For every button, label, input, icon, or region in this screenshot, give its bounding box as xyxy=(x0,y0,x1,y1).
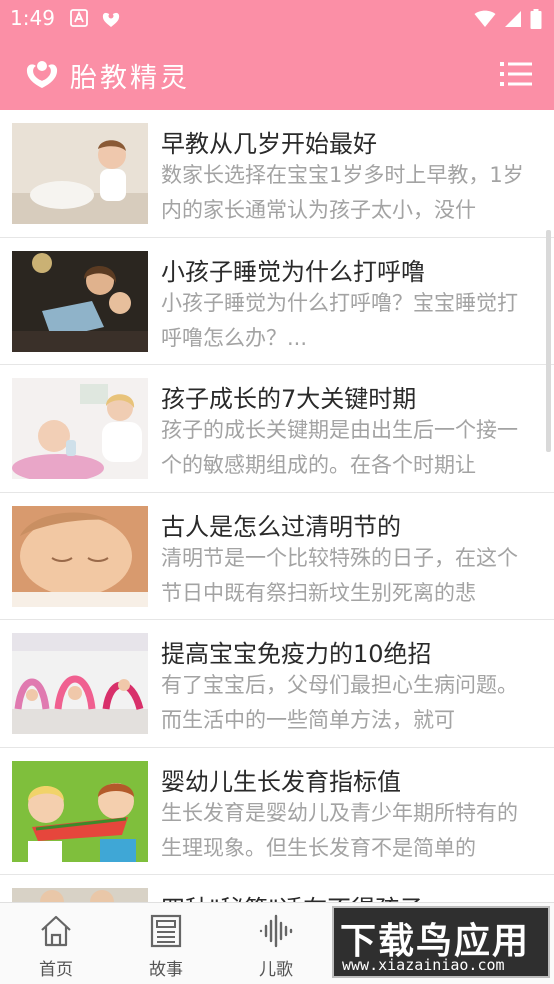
audio-wave-icon xyxy=(259,914,293,948)
wifi-icon xyxy=(474,10,496,27)
article-title: 早教从几岁开始最好 xyxy=(161,130,377,158)
nav-stories-label: 故事 xyxy=(149,960,183,980)
article-title: 婴幼儿生长发育指标值 xyxy=(161,767,401,796)
app-logo-icon xyxy=(26,61,58,88)
watermark-url: www.xiazainiao.com xyxy=(342,956,505,974)
watermark-logo: 下载鸟应用 www.xiazainiao.com xyxy=(332,906,550,978)
article-thumbnail xyxy=(12,633,148,734)
article-item[interactable]: 婴幼儿生长发育指标值 生长发育是婴幼儿及青少年期所特有的生理现象。但生长发育不是… xyxy=(0,748,554,875)
app-store-icon xyxy=(70,9,88,27)
article-thumbnail xyxy=(12,888,148,902)
menu-list-icon[interactable] xyxy=(500,60,532,88)
nav-home-label: 首页 xyxy=(39,960,73,980)
article-item[interactable]: 小孩子睡觉为什么打呼噜 小孩子睡觉为什么打呼噜？宝宝睡觉打呼噜怎么办？... xyxy=(0,238,554,365)
article-thumbnail xyxy=(12,505,148,607)
article-item[interactable]: 提高宝宝免疫力的10绝招 有了宝宝后，父母们最担心生病问题。而生活中的一些简单方… xyxy=(0,620,554,748)
article-title: 四种"秘籍"适在不得孩子 xyxy=(161,889,423,902)
nav-songs[interactable]: 儿歌 xyxy=(236,913,316,980)
nav-home[interactable]: 首页 xyxy=(16,913,96,980)
article-title: 古人是怎么过清明节的 xyxy=(161,512,401,541)
article-summary: 数家长选择在宝宝1岁多时上早教，1岁内的家长通常认为孩子太小，没什 xyxy=(161,163,524,222)
app-notification-icon xyxy=(102,12,120,27)
article-list[interactable]: 早教从几岁开始最好 数家长选择在宝宝1岁多时上早教，1岁内的家长通常认为孩子太小… xyxy=(0,110,554,902)
article-summary: 小孩子睡觉为什么打呼噜？宝宝睡觉打呼噜怎么办？... xyxy=(161,290,518,350)
article-thumbnail xyxy=(12,378,148,479)
article-thumbnail xyxy=(12,250,148,352)
article-summary: 孩子的成长关键期是由出生后一个接一个的敏感期组成的。在各个时期让 xyxy=(161,418,518,477)
nav-songs-label: 儿歌 xyxy=(259,960,293,980)
article-summary: 有了宝宝后，父母们最担心生病问题。而生活中的一些简单方法，就可 xyxy=(161,673,518,732)
article-item[interactable]: 早教从几岁开始最好 数家长选择在宝宝1岁多时上早教，1岁内的家长通常认为孩子太小… xyxy=(0,110,554,238)
article-title: 提高宝宝免疫力的10绝招 xyxy=(161,640,432,668)
battery-icon xyxy=(530,9,542,29)
article-thumbnail xyxy=(12,760,148,862)
article-item[interactable]: 古人是怎么过清明节的 清明节是一个比较特殊的日子，在这个节日中既有祭扫新坟生别死… xyxy=(0,493,554,620)
article-item[interactable]: 孩子成长的7大关键时期 孩子的成长关键期是由出生后一个接一个的敏感期组成的。在各… xyxy=(0,365,554,493)
nav-stories[interactable]: 故事 xyxy=(126,913,206,980)
status-time: 1:49 xyxy=(10,6,55,30)
article-summary: 清明节是一个比较特殊的日子，在这个节日中既有祭扫新坟生别死离的悲 xyxy=(161,545,518,605)
article-thumbnail xyxy=(12,123,148,224)
article-item[interactable]: 四种"秘籍"适在不得孩子 xyxy=(0,875,554,902)
list-scrollbar[interactable] xyxy=(546,230,551,452)
article-summary: 生长发育是婴幼儿及青少年期所特有的生理现象。但生长发育不是简单的 xyxy=(161,800,518,860)
story-book-icon xyxy=(150,914,182,948)
article-title: 孩子成长的7大关键时期 xyxy=(161,385,417,413)
status-bar: 1:49 xyxy=(0,0,554,38)
app-bar: 胎教精灵 xyxy=(0,38,554,110)
app-title: 胎教精灵 xyxy=(70,63,190,94)
signal-icon xyxy=(505,11,521,27)
article-title: 小孩子睡觉为什么打呼噜 xyxy=(161,257,425,286)
home-icon xyxy=(41,915,71,947)
